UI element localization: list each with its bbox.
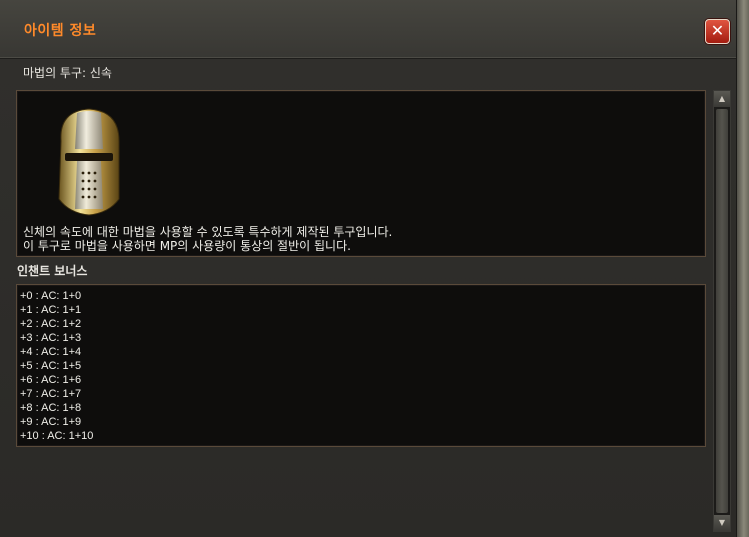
- knight-helmet-icon: [58, 108, 120, 216]
- scroll-thumb[interactable]: [716, 109, 728, 513]
- list-item: +10 : AC: 1+10: [20, 430, 94, 442]
- window-title: 아이템 정보: [24, 23, 97, 39]
- list-item: +1 : AC: 1+1: [20, 304, 82, 316]
- scroll-up-button[interactable]: ▲: [714, 91, 730, 107]
- vertical-scrollbar[interactable]: ▲ ▼: [713, 90, 731, 532]
- description-panel: 신체의 속도에 대한 마법을 사용할 수 있도록 특수하게 제작된 투구입니다.…: [16, 90, 706, 257]
- enchant-bonus-list: +0 : AC: 1+0 +1 : AC: 1+1 +2 : AC: 1+2 +…: [20, 289, 93, 443]
- list-item: +5 : AC: 1+5: [20, 360, 82, 372]
- enchant-bonus-panel: +0 : AC: 1+0 +1 : AC: 1+1 +2 : AC: 1+2 +…: [16, 284, 706, 447]
- item-name: 마법의 투구: 신속: [23, 66, 112, 80]
- item-info-window: 아이템 정보 ✕ 마법의 투구: 신속 신체의 속도에 대한 마법을 사용할 수…: [0, 0, 737, 537]
- list-item: +6 : AC: 1+6: [20, 374, 82, 386]
- enchant-bonus-label: 인챈트 보너스: [17, 264, 88, 278]
- item-description: 신체의 속도에 대한 마법을 사용할 수 있도록 특수하게 제작된 투구입니다.…: [23, 225, 392, 253]
- description-line: 신체의 속도에 대한 마법을 사용할 수 있도록 특수하게 제작된 투구입니다.: [23, 225, 393, 239]
- list-item: +0 : AC: 1+0: [20, 290, 82, 302]
- title-bar: 아이템 정보 ✕: [0, 0, 736, 59]
- close-button[interactable]: ✕: [705, 19, 730, 44]
- list-item: +2 : AC: 1+2: [20, 318, 82, 330]
- background-edge: [736, 0, 749, 537]
- description-line: 이 투구로 마법을 사용하면 MP의 사용량이 통상의 절반이 됩니다.: [23, 239, 351, 253]
- list-item: +9 : AC: 1+9: [20, 416, 82, 428]
- list-item: +3 : AC: 1+3: [20, 332, 82, 344]
- list-item: +8 : AC: 1+8: [20, 402, 82, 414]
- list-item: +4 : AC: 1+4: [20, 346, 82, 358]
- list-item: +7 : AC: 1+7: [20, 388, 82, 400]
- scroll-down-button[interactable]: ▼: [714, 515, 730, 531]
